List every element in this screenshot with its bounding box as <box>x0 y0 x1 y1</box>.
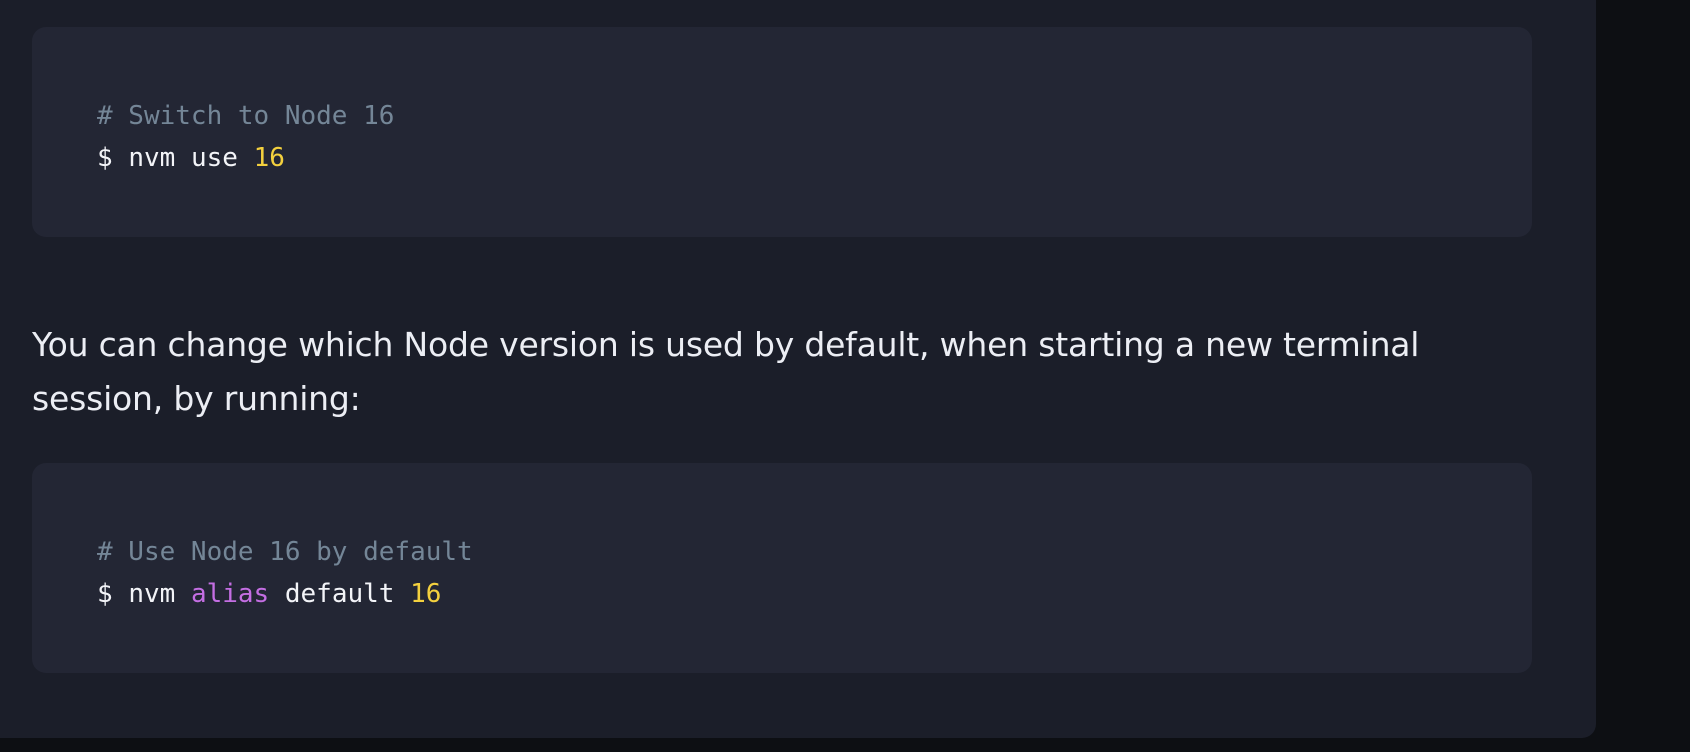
code-block-default-alias[interactable]: # Use Node 16 by default $ nvm alias defa… <box>32 463 1532 673</box>
command-program: nvm <box>128 579 176 609</box>
command-subcommand-alias: alias <box>190 579 270 609</box>
command-version-number: 16 <box>253 143 285 173</box>
command-version-number: 16 <box>410 579 442 609</box>
code-comment: # Switch to Node 16 <box>97 101 395 131</box>
command-line: $ nvm alias default 16 <box>97 573 1532 615</box>
command-subcommand: use <box>190 143 238 173</box>
default-version-description: You can change which Node version is use… <box>32 325 1420 418</box>
shell-prompt: $ <box>97 143 113 173</box>
code-comment-line: # Use Node 16 by default <box>97 531 1532 573</box>
code-block-switch-version[interactable]: # Switch to Node 16 $ nvm use 16 <box>32 27 1532 237</box>
content-panel: # Switch to Node 16 $ nvm use 16 You can … <box>0 0 1596 738</box>
shell-prompt: $ <box>97 579 113 609</box>
code-comment-line: # Switch to Node 16 <box>97 95 1532 137</box>
code-comment: # Use Node 16 by default <box>97 537 473 567</box>
command-line: $ nvm use 16 <box>97 137 1532 179</box>
command-program: nvm <box>128 143 176 173</box>
command-alias-name: default <box>284 579 395 609</box>
